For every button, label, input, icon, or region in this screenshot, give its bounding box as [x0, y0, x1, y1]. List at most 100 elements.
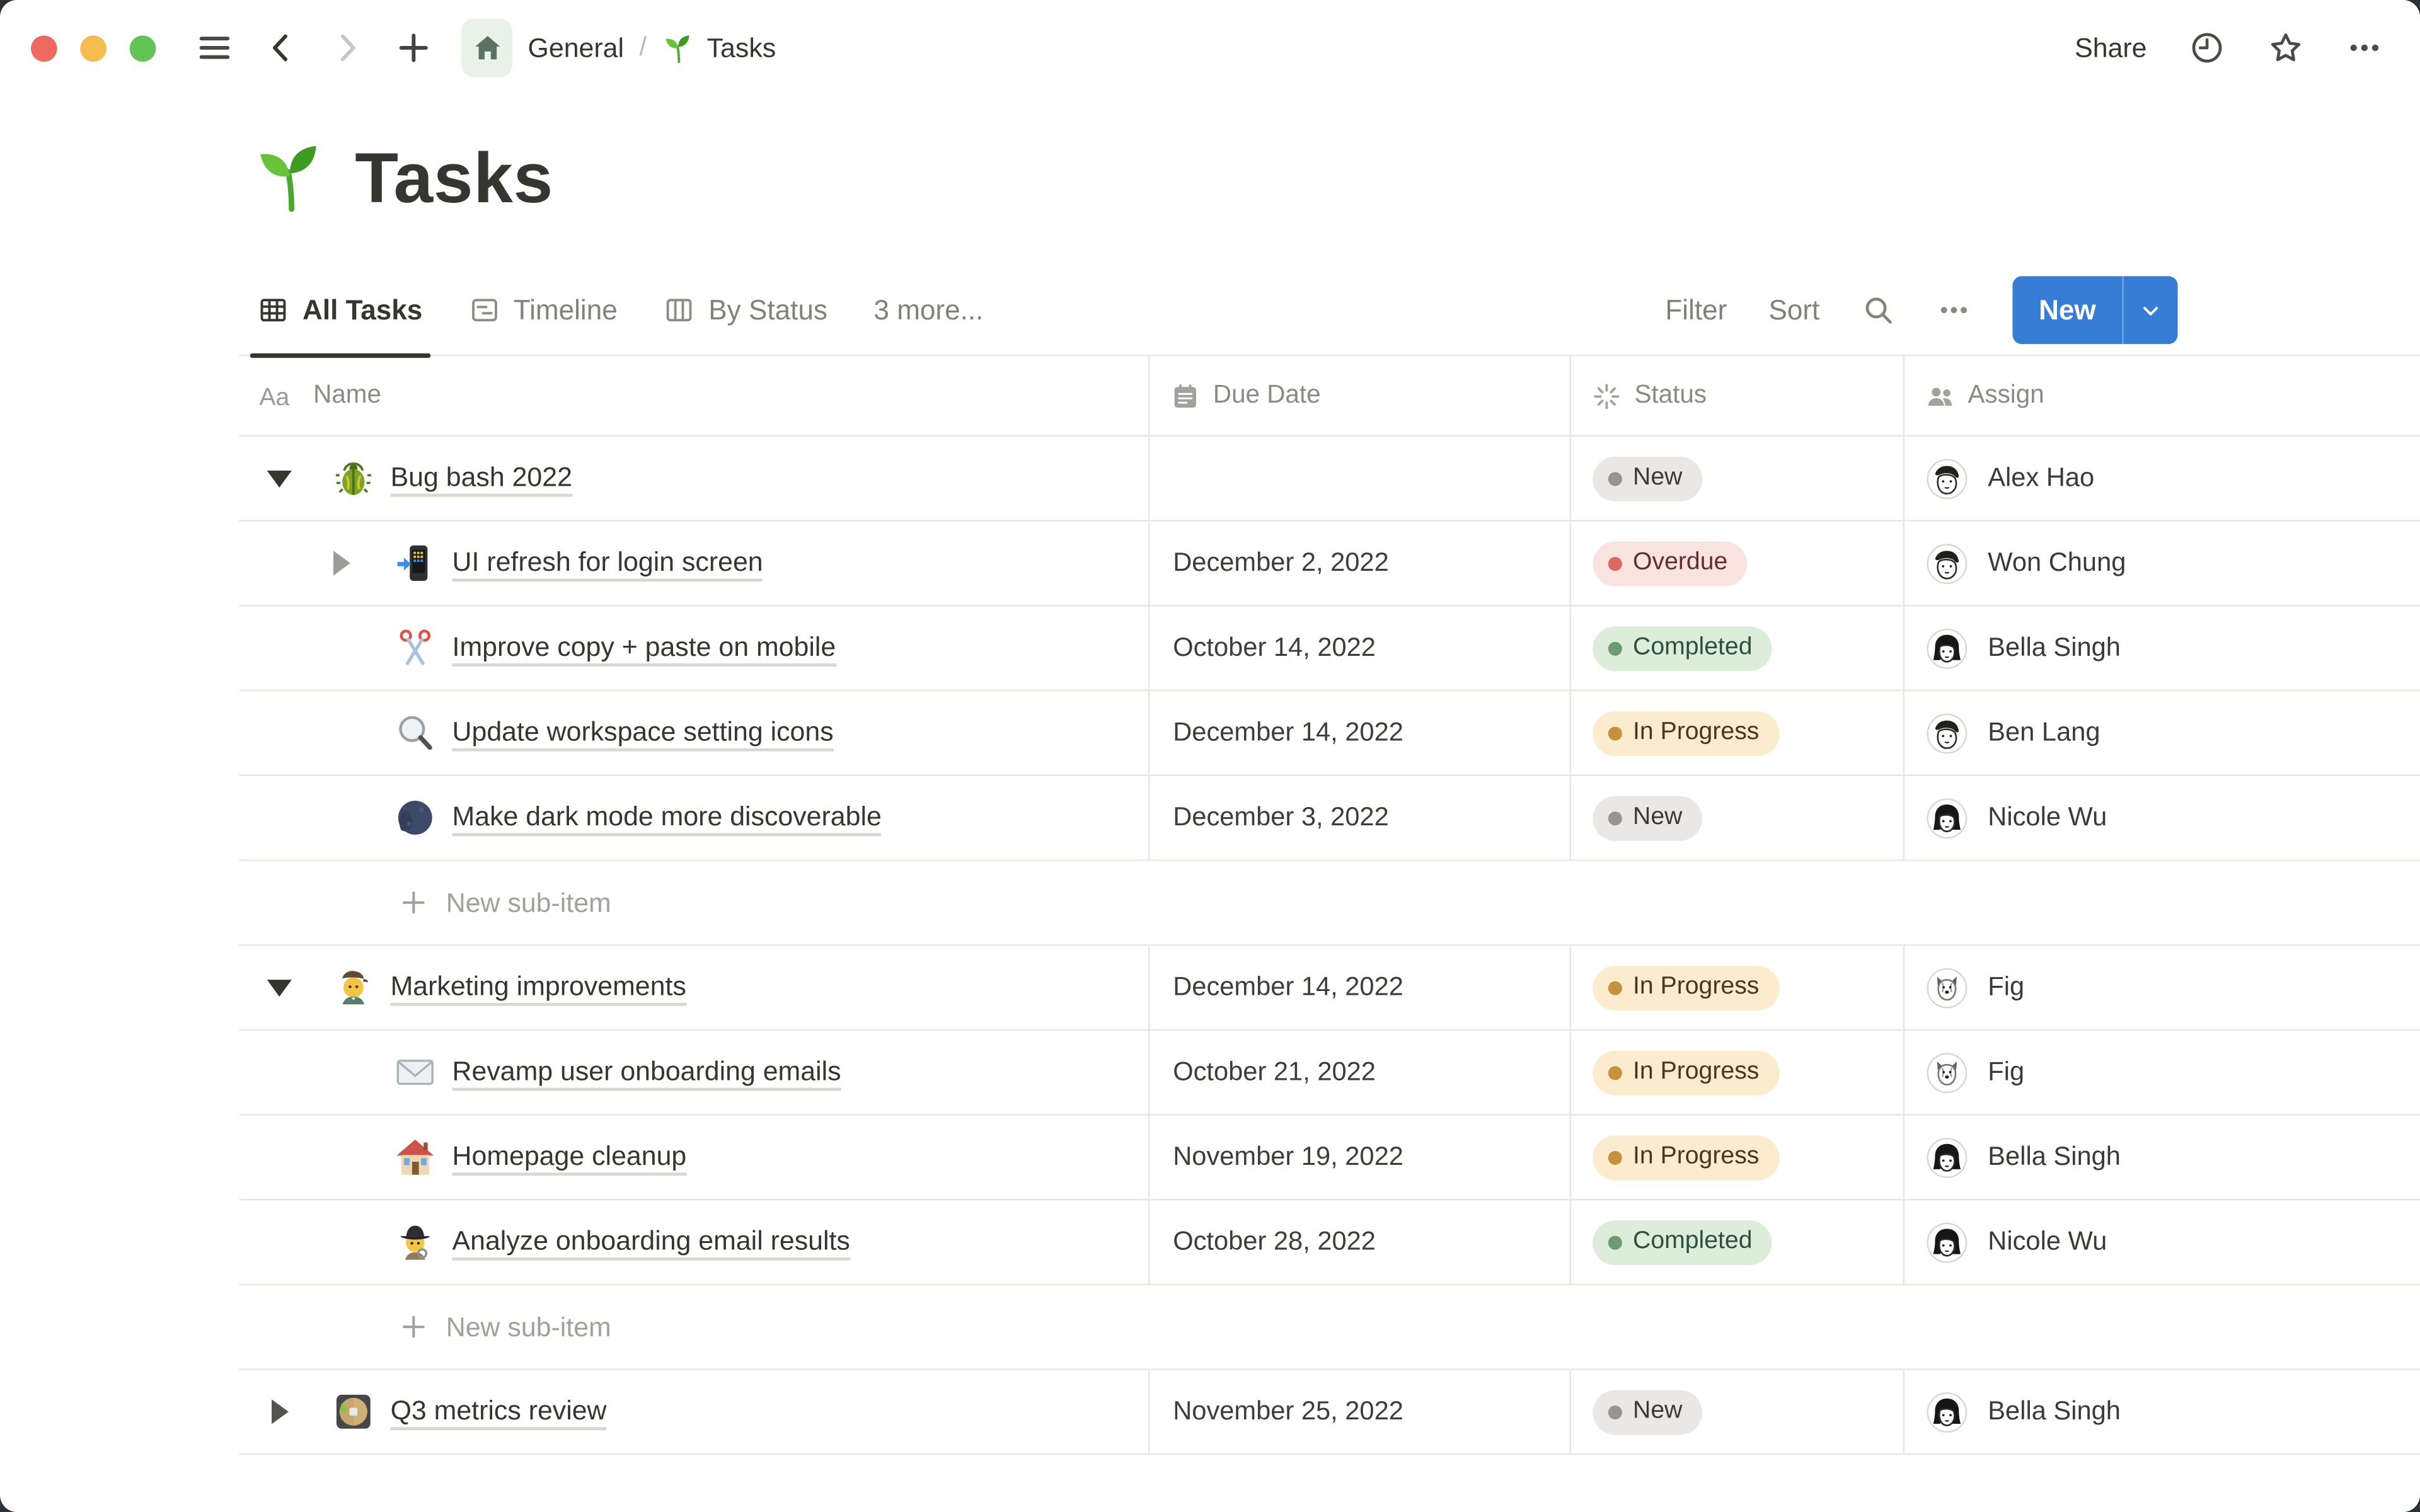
status-badge[interactable]: In Progress — [1593, 710, 1780, 755]
task-link[interactable]: Analyze onboarding email results — [452, 1224, 850, 1260]
due-date-cell[interactable]: December 3, 2022 — [1150, 776, 1572, 860]
notion-window: General / Tasks Share Tasks All Tasks Ti… — [0, 0, 2420, 1512]
tab-by-status[interactable]: By Status — [664, 265, 827, 355]
toggle-collapsed-icon[interactable] — [326, 551, 357, 576]
avatar — [1926, 1391, 1968, 1433]
assign-cell[interactable]: Bella Singh — [1904, 1116, 2420, 1199]
due-date-cell[interactable]: October 21, 2022 — [1150, 1030, 1572, 1114]
tabs-more-button[interactable]: 3 more... — [873, 265, 983, 355]
status-cell[interactable]: New — [1571, 1370, 1905, 1453]
assign-cell[interactable]: Ben Lang — [1904, 691, 2420, 774]
task-link[interactable]: Revamp user onboarding emails — [452, 1055, 841, 1091]
new-button[interactable]: New — [2012, 276, 2122, 344]
page-emoji[interactable] — [251, 139, 328, 215]
forward-icon[interactable] — [329, 30, 366, 67]
status-cell[interactable]: In Progress — [1571, 1030, 1905, 1114]
task-link[interactable]: Q3 metrics review — [390, 1394, 607, 1429]
sort-button[interactable]: Sort — [1768, 294, 1819, 326]
due-date-cell[interactable]: December 14, 2022 — [1150, 691, 1572, 775]
assign-cell[interactable]: Nicole Wu — [1904, 776, 2420, 859]
close-window-button[interactable] — [30, 35, 57, 61]
favorite-star-icon[interactable] — [2267, 30, 2305, 67]
status-cell[interactable]: In Progress — [1571, 691, 1905, 775]
due-date-cell[interactable]: December 2, 2022 — [1150, 521, 1572, 605]
tasks-table: Aa Name Due Date Status Assign Bug bash … — [239, 356, 2420, 1455]
due-date-cell[interactable]: November 19, 2022 — [1150, 1115, 1572, 1199]
status-badge[interactable]: New — [1593, 455, 1703, 501]
status-badge[interactable]: In Progress — [1593, 1135, 1780, 1180]
status-cell[interactable]: Completed — [1571, 1200, 1905, 1284]
new-sub-item-button[interactable]: New sub-item — [239, 1285, 2420, 1370]
status-dot — [1608, 1404, 1622, 1419]
minimize-window-button[interactable] — [80, 35, 107, 61]
status-label: In Progress — [1633, 1058, 1760, 1085]
status-cell[interactable]: Completed — [1571, 606, 1905, 690]
task-link[interactable]: Bug bash 2022 — [390, 461, 572, 496]
breadcrumb-page[interactable]: Tasks — [707, 32, 776, 64]
status-badge[interactable]: New — [1593, 795, 1703, 840]
assign-cell[interactable]: Nicole Wu — [1904, 1200, 2420, 1283]
breadcrumb-separator: / — [639, 32, 647, 62]
status-cell[interactable]: New — [1571, 437, 1905, 520]
task-link[interactable]: Marketing improvements — [390, 970, 686, 1005]
page-title[interactable]: Tasks — [355, 136, 553, 219]
due-date-cell[interactable]: November 25, 2022 — [1150, 1370, 1572, 1453]
column-header-assign[interactable]: Assign — [1904, 357, 2420, 435]
toggle-expanded-icon[interactable] — [264, 469, 295, 487]
column-header-status[interactable]: Status — [1571, 356, 1905, 435]
assign-cell[interactable]: Bella Singh — [1904, 606, 2420, 689]
assign-cell[interactable]: Fig — [1904, 1031, 2420, 1114]
status-badge[interactable]: Completed — [1593, 626, 1773, 671]
status-badge[interactable]: In Progress — [1593, 965, 1780, 1010]
filter-button[interactable]: Filter — [1665, 294, 1727, 326]
toggle-expanded-icon[interactable] — [264, 978, 295, 996]
assign-cell[interactable]: Fig — [1904, 946, 2420, 1029]
status-label: New — [1633, 464, 1683, 491]
task-link[interactable]: Improve copy + paste on mobile — [452, 630, 836, 666]
due-date-cell[interactable]: December 14, 2022 — [1150, 946, 1572, 1029]
breadcrumb-home-chip[interactable] — [461, 18, 513, 77]
table-row: Homepage cleanup November 19, 2022 In Prog… — [239, 1115, 2420, 1201]
column-header-name[interactable]: Aa Name — [239, 356, 1150, 435]
search-icon[interactable] — [1861, 293, 1895, 327]
status-badge[interactable]: Completed — [1593, 1219, 1773, 1264]
status-cell[interactable]: Overdue — [1571, 521, 1905, 605]
updates-clock-icon[interactable] — [2189, 30, 2226, 67]
breadcrumb-workspace[interactable]: General — [528, 32, 624, 64]
assignee-name: Fig — [1988, 971, 2025, 1002]
more-options-icon[interactable] — [2346, 30, 2383, 67]
task-link[interactable]: Homepage cleanup — [452, 1140, 687, 1175]
status-label: In Progress — [1633, 973, 1760, 1000]
task-link[interactable]: Update workspace setting icons — [452, 715, 834, 751]
zoom-window-button[interactable] — [129, 35, 156, 61]
calendar-icon — [1170, 381, 1201, 411]
toggle-triangle — [267, 469, 292, 487]
toggle-collapsed-icon[interactable] — [264, 1399, 295, 1424]
assign-cell[interactable]: Won Chung — [1904, 522, 2420, 605]
tab-all-tasks[interactable]: All Tasks — [250, 265, 430, 358]
share-button[interactable]: Share — [2075, 32, 2146, 64]
column-header-due-date[interactable]: Due Date — [1150, 356, 1572, 435]
assign-cell[interactable]: Bella Singh — [1904, 1370, 2420, 1453]
status-badge[interactable]: New — [1593, 1389, 1703, 1435]
due-date-cell[interactable]: October 28, 2022 — [1150, 1200, 1572, 1284]
status-cell[interactable]: In Progress — [1571, 946, 1905, 1029]
sidebar-menu-icon[interactable] — [196, 30, 233, 67]
status-cell[interactable]: New — [1571, 776, 1905, 860]
assign-cell[interactable]: Alex Hao — [1904, 437, 2420, 520]
status-badge[interactable]: In Progress — [1593, 1050, 1780, 1095]
due-date-cell[interactable]: October 14, 2022 — [1150, 606, 1572, 690]
new-sub-item-button[interactable]: New sub-item — [239, 861, 2420, 946]
home-icon — [471, 32, 502, 63]
task-link[interactable]: Make dark mode more discoverable — [452, 800, 882, 836]
new-dropdown-button[interactable] — [2124, 276, 2178, 344]
status-badge[interactable]: Overdue — [1593, 541, 1748, 586]
status-cell[interactable]: In Progress — [1571, 1115, 1905, 1199]
task-link[interactable]: UI refresh for login screen — [452, 546, 763, 581]
view-more-icon[interactable] — [1937, 293, 1971, 327]
new-page-icon[interactable] — [395, 30, 432, 67]
tab-timeline[interactable]: Timeline — [469, 265, 618, 355]
avatar — [1926, 1051, 1968, 1093]
back-icon[interactable] — [262, 30, 299, 67]
due-date-cell[interactable] — [1150, 437, 1572, 520]
